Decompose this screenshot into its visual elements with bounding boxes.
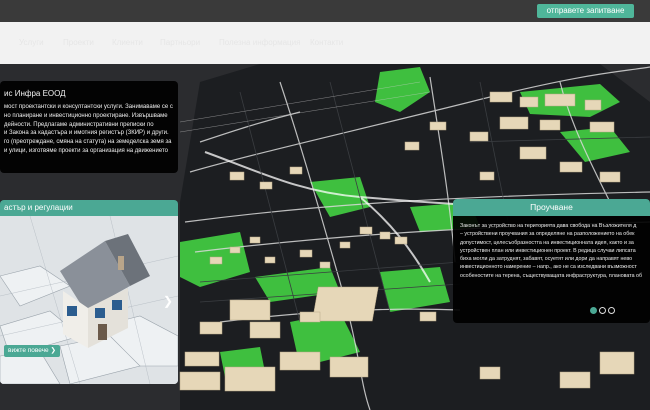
carousel-dot-3[interactable]	[608, 307, 615, 314]
hero-map-area: Услуги Проекти Клиенти Партньори Полезна…	[0, 22, 650, 410]
see-more-button[interactable]: вижте повече ❯	[4, 345, 60, 357]
nav-item-services[interactable]: Услуги	[19, 38, 44, 47]
intro-text: мост проектантски и консултантски услуги…	[4, 104, 173, 154]
survey-card-title: Проучване	[453, 199, 650, 216]
carousel-dot-2[interactable]	[599, 307, 606, 314]
house-illustration	[0, 215, 178, 384]
nav-item-projects[interactable]: Проекти	[63, 38, 94, 47]
survey-card: Проучване Законът за устройство на терит…	[453, 199, 650, 323]
house-model-image: ❯	[0, 215, 178, 384]
intro-card: ис Инфра ЕООД мост проектантски и консул…	[0, 81, 178, 173]
survey-card-text: Законът за устройство на територията дав…	[460, 223, 643, 279]
nav-item-clients[interactable]: Клиенти	[112, 38, 143, 47]
intro-title: ис Инфра ЕООД	[4, 89, 66, 98]
send-inquiry-button[interactable]: отправете запитване	[537, 4, 634, 18]
nav-item-contacts[interactable]: Контакти	[310, 38, 343, 47]
cadastre-panel-title: астър и регулации	[0, 200, 178, 216]
nav-item-useful-info[interactable]: Полезна информация	[219, 38, 300, 47]
carousel-dot-1[interactable]	[590, 307, 597, 314]
main-nav: Услуги Проекти Клиенти Партньори Полезна…	[0, 22, 650, 64]
top-bar: отправете запитване	[0, 0, 650, 22]
nav-item-partners[interactable]: Партньори	[160, 38, 200, 47]
carousel-next-arrow[interactable]: ❯	[163, 294, 173, 308]
